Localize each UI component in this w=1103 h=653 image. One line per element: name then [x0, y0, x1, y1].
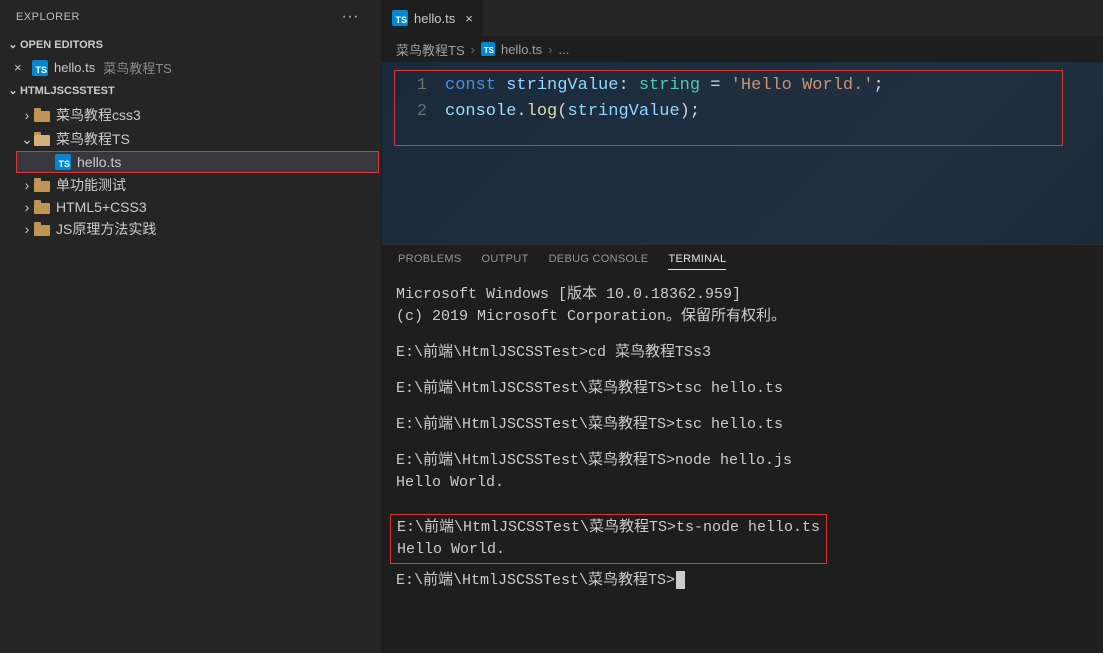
- file-tree: › 菜鸟教程css3 ⌄ 菜鸟教程TS TS hello.ts › 单功能测试 …: [0, 101, 381, 241]
- tree-label: JS原理方法实践: [56, 219, 156, 239]
- folder-icon: [34, 200, 50, 214]
- chevron-down-icon: ⌄: [6, 84, 20, 97]
- terminal-prompt[interactable]: E:\前端\HtmlJSCSSTest\菜鸟教程TS>: [396, 570, 1089, 592]
- chevron-right-icon: ›: [20, 107, 34, 123]
- tree-label: 单功能测试: [56, 175, 126, 195]
- chevron-right-icon: ›: [471, 42, 475, 57]
- terminal-block: E:\前端\HtmlJSCSSTest>cd 菜鸟教程TSs3: [396, 342, 1089, 364]
- panel-tab-terminal[interactable]: TERMINAL: [668, 253, 726, 270]
- highlight-box: E:\前端\HtmlJSCSSTest\菜鸟教程TS>ts-node hello…: [390, 514, 827, 564]
- ts-file-icon: TS: [32, 60, 48, 76]
- tree-label: 菜鸟教程TS: [56, 129, 130, 149]
- tree-label: HTML5+CSS3: [56, 199, 147, 215]
- ts-file-icon: TS: [55, 154, 71, 170]
- breadcrumb[interactable]: 菜鸟教程TS › TS hello.ts › ...: [382, 36, 1103, 62]
- open-editors-header[interactable]: ⌄ OPEN EDITORS: [0, 34, 381, 55]
- terminal-block: E:\前端\HtmlJSCSSTest\菜鸟教程TS>tsc hello.ts: [396, 414, 1089, 436]
- close-icon[interactable]: ×: [465, 11, 473, 26]
- more-icon[interactable]: ···: [342, 8, 365, 26]
- folder-icon: [34, 222, 50, 236]
- terminal-block: E:\前端\HtmlJSCSSTest\菜鸟教程TS>node hello.js…: [396, 450, 1089, 494]
- tree-folder[interactable]: ⌄ 菜鸟教程TS: [0, 127, 381, 151]
- chevron-right-icon: ›: [20, 199, 34, 215]
- tree-label: hello.ts: [77, 154, 121, 170]
- tree-folder[interactable]: › HTML5+CSS3: [0, 197, 381, 217]
- folder-open-icon: [34, 132, 50, 146]
- panel-tab-debug-console[interactable]: DEBUG CONSOLE: [549, 253, 649, 270]
- tab-filename: hello.ts: [414, 11, 455, 26]
- terminal-block: Microsoft Windows [版本 10.0.18362.959] (c…: [396, 284, 1089, 328]
- ts-file-icon: TS: [392, 10, 408, 26]
- open-editors-label: OPEN EDITORS: [20, 39, 103, 51]
- terminal-block: E:\前端\HtmlJSCSSTest\菜鸟教程TS>tsc hello.ts: [396, 378, 1089, 400]
- breadcrumb-part[interactable]: ...: [559, 42, 570, 57]
- chevron-down-icon: ⌄: [20, 131, 34, 148]
- breadcrumb-part[interactable]: hello.ts: [501, 42, 542, 57]
- code-line[interactable]: 2console.log(stringValue);: [395, 99, 1062, 125]
- breadcrumb-part[interactable]: 菜鸟教程TS: [396, 40, 465, 59]
- open-editor-folder: 菜鸟教程TS: [103, 58, 172, 77]
- chevron-right-icon: ›: [20, 177, 34, 193]
- panel-tabs: PROBLEMS OUTPUT DEBUG CONSOLE TERMINAL: [382, 245, 1103, 278]
- panel-tab-problems[interactable]: PROBLEMS: [398, 253, 462, 270]
- code-editor[interactable]: 1const stringValue: string = 'Hello Worl…: [382, 62, 1103, 244]
- open-editor-filename: hello.ts: [54, 60, 95, 75]
- explorer-sidebar: EXPLORER ··· ⌄ OPEN EDITORS × TS hello.t…: [0, 0, 382, 653]
- highlight-box: TS hello.ts: [16, 151, 379, 173]
- code-text[interactable]: console.log(stringValue);: [445, 99, 700, 125]
- chevron-right-icon: ›: [548, 42, 552, 57]
- tree-folder[interactable]: › 菜鸟教程css3: [0, 103, 381, 127]
- folder-icon: [34, 108, 50, 122]
- chevron-down-icon: ⌄: [6, 38, 20, 51]
- tree-folder[interactable]: › JS原理方法实践: [0, 217, 381, 241]
- workspace-header[interactable]: ⌄ HTMLJSCSSTEST: [0, 80, 381, 101]
- main-area: TS hello.ts × 菜鸟教程TS › TS hello.ts › ...…: [382, 0, 1103, 653]
- highlight-box: 1const stringValue: string = 'Hello Worl…: [394, 70, 1063, 146]
- close-icon[interactable]: ×: [14, 60, 32, 75]
- open-editor-item[interactable]: × TS hello.ts 菜鸟教程TS: [0, 55, 381, 80]
- editor-tab[interactable]: TS hello.ts ×: [382, 0, 484, 36]
- editor-tabs: TS hello.ts ×: [382, 0, 1103, 36]
- cursor: [676, 571, 685, 589]
- explorer-title: EXPLORER: [16, 11, 342, 23]
- terminal-output[interactable]: Microsoft Windows [版本 10.0.18362.959] (c…: [382, 278, 1103, 653]
- line-number: 2: [395, 99, 445, 125]
- code-line[interactable]: 1const stringValue: string = 'Hello Worl…: [395, 73, 1062, 99]
- tree-folder[interactable]: › 单功能测试: [0, 173, 381, 197]
- folder-icon: [34, 178, 50, 192]
- chevron-right-icon: ›: [20, 221, 34, 237]
- tree-file[interactable]: TS hello.ts: [17, 152, 378, 172]
- tree-label: 菜鸟教程css3: [56, 105, 141, 125]
- ts-file-icon: TS: [481, 42, 495, 56]
- bottom-panel: PROBLEMS OUTPUT DEBUG CONSOLE TERMINAL Micr…: [382, 244, 1103, 653]
- panel-tab-output[interactable]: OUTPUT: [482, 253, 529, 270]
- explorer-header: EXPLORER ···: [0, 0, 381, 34]
- workspace-label: HTMLJSCSSTEST: [20, 85, 115, 97]
- line-number: 1: [395, 73, 445, 99]
- code-text[interactable]: const stringValue: string = 'Hello World…: [445, 73, 884, 99]
